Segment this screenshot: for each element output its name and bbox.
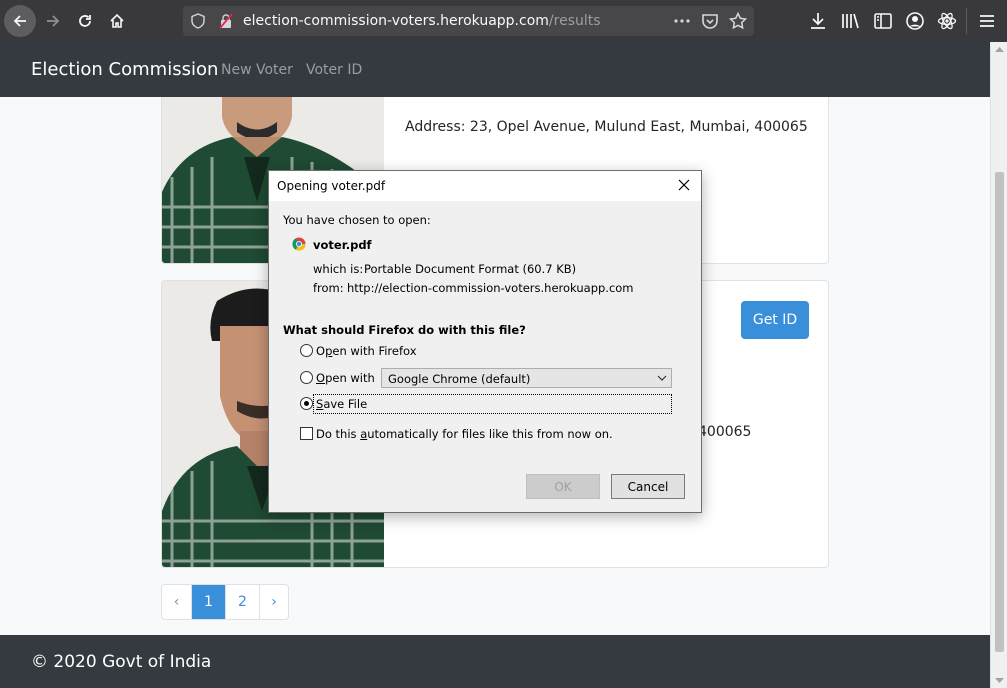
site-footer: © 2020 Govt of India: [0, 635, 990, 688]
label-part: pen with: [325, 371, 375, 385]
cancel-button[interactable]: Cancel: [611, 474, 685, 499]
react-extension-icon[interactable]: [937, 11, 957, 31]
chrome-file-icon: [292, 237, 306, 251]
page-scrollbar[interactable]: [990, 42, 1007, 688]
bookmark-star-icon[interactable]: [729, 12, 747, 30]
save-file-label[interactable]: Save File: [316, 397, 367, 411]
url-path: /results: [548, 13, 601, 29]
chosen-text: You have chosen to open:: [283, 213, 431, 227]
auto-action-checkbox[interactable]: [300, 427, 313, 440]
download-dialog: Opening voter.pdf You have chosen to ope…: [268, 170, 702, 513]
close-icon[interactable]: [677, 178, 691, 192]
scroll-thumb[interactable]: [995, 172, 1004, 652]
address-bar[interactable]: election-commission-voters.herokuapp.com…: [183, 6, 754, 36]
auto-action-label[interactable]: Do this automatically for files like thi…: [316, 427, 613, 441]
home-button[interactable]: [101, 5, 133, 37]
download-icon[interactable]: [809, 11, 827, 31]
pagination-page-2[interactable]: 2: [226, 585, 260, 619]
label-part: en with Firefox: [332, 344, 417, 358]
sidebar-icon[interactable]: [873, 11, 893, 31]
pagination-prev[interactable]: ‹: [162, 585, 192, 619]
browser-toolbar: election-commission-voters.herokuapp.com…: [0, 0, 1007, 42]
file-name: voter.pdf: [313, 238, 372, 252]
pagination: ‹ 1 2 ›: [161, 584, 289, 620]
nav-link-voter-id[interactable]: Voter ID: [306, 62, 362, 78]
insecure-lock-icon[interactable]: [219, 13, 233, 29]
forward-button[interactable]: [37, 5, 69, 37]
hamburger-menu-icon[interactable]: [977, 11, 997, 31]
url-text: election-commission-voters.herokuapp.com…: [243, 13, 601, 29]
application-select[interactable]: Google Chrome (default): [381, 368, 672, 388]
get-id-button[interactable]: Get ID: [741, 301, 809, 339]
reload-button[interactable]: [69, 5, 101, 37]
scroll-up-arrow-icon[interactable]: [995, 46, 1004, 52]
pagination-page-1[interactable]: 1: [192, 585, 226, 619]
forward-arrow-icon: [47, 15, 60, 27]
pagination-next[interactable]: ›: [260, 585, 288, 619]
reload-icon: [79, 15, 91, 27]
footer-copyright: © 2020 Govt of India: [31, 652, 212, 672]
dialog-titlebar[interactable]: Opening voter.pdf: [269, 171, 701, 201]
page-actions-icon[interactable]: [673, 12, 691, 30]
scroll-down-arrow-icon[interactable]: [995, 678, 1004, 684]
toolbar-divider: [966, 8, 967, 34]
library-icon[interactable]: [841, 11, 861, 31]
which-is-label: which is:: [313, 262, 364, 276]
label-part: utomatically for files like this from no…: [367, 427, 613, 441]
voter-address: Address: 23, Opel Avenue, Mulund East, M…: [405, 119, 808, 135]
ok-button[interactable]: OK: [526, 474, 600, 499]
save-file-radio[interactable]: [300, 397, 313, 410]
home-icon: [110, 13, 124, 28]
nav-link-new-voter[interactable]: New Voter: [221, 62, 293, 78]
url-host: election-commission-voters.herokuapp.com: [243, 13, 549, 29]
open-with-radio[interactable]: [300, 371, 313, 384]
back-arrow-icon: [13, 15, 26, 27]
file-type-value: Portable Document Format (60.7 KB): [364, 262, 577, 276]
open-with-label[interactable]: Open with: [316, 371, 375, 385]
from-label: from:: [313, 281, 344, 295]
action-question: What should Firefox do with this file?: [283, 323, 526, 337]
brand-link[interactable]: Election Commission: [31, 59, 218, 80]
site-navbar: Election Commission New Voter Voter ID: [0, 42, 990, 97]
pocket-icon[interactable]: [701, 12, 719, 30]
dialog-title: Opening voter.pdf: [277, 179, 386, 193]
application-select-value: Google Chrome (default): [388, 372, 531, 386]
chevron-down-icon: [657, 375, 667, 381]
shield-icon[interactable]: [191, 13, 205, 29]
voter-address-partial: 400065: [698, 424, 752, 440]
label-part: ave File: [323, 397, 368, 411]
open-with-firefox-label[interactable]: Open with Firefox: [316, 344, 417, 358]
open-with-firefox-radio[interactable]: [300, 344, 313, 357]
from-url-value: http://election-commission-voters.heroku…: [347, 281, 634, 295]
back-button[interactable]: [4, 5, 36, 37]
label-part: Do this: [316, 427, 361, 441]
label-part: O: [316, 344, 326, 358]
label-accesskey: O: [316, 371, 326, 385]
account-icon[interactable]: [905, 11, 925, 31]
